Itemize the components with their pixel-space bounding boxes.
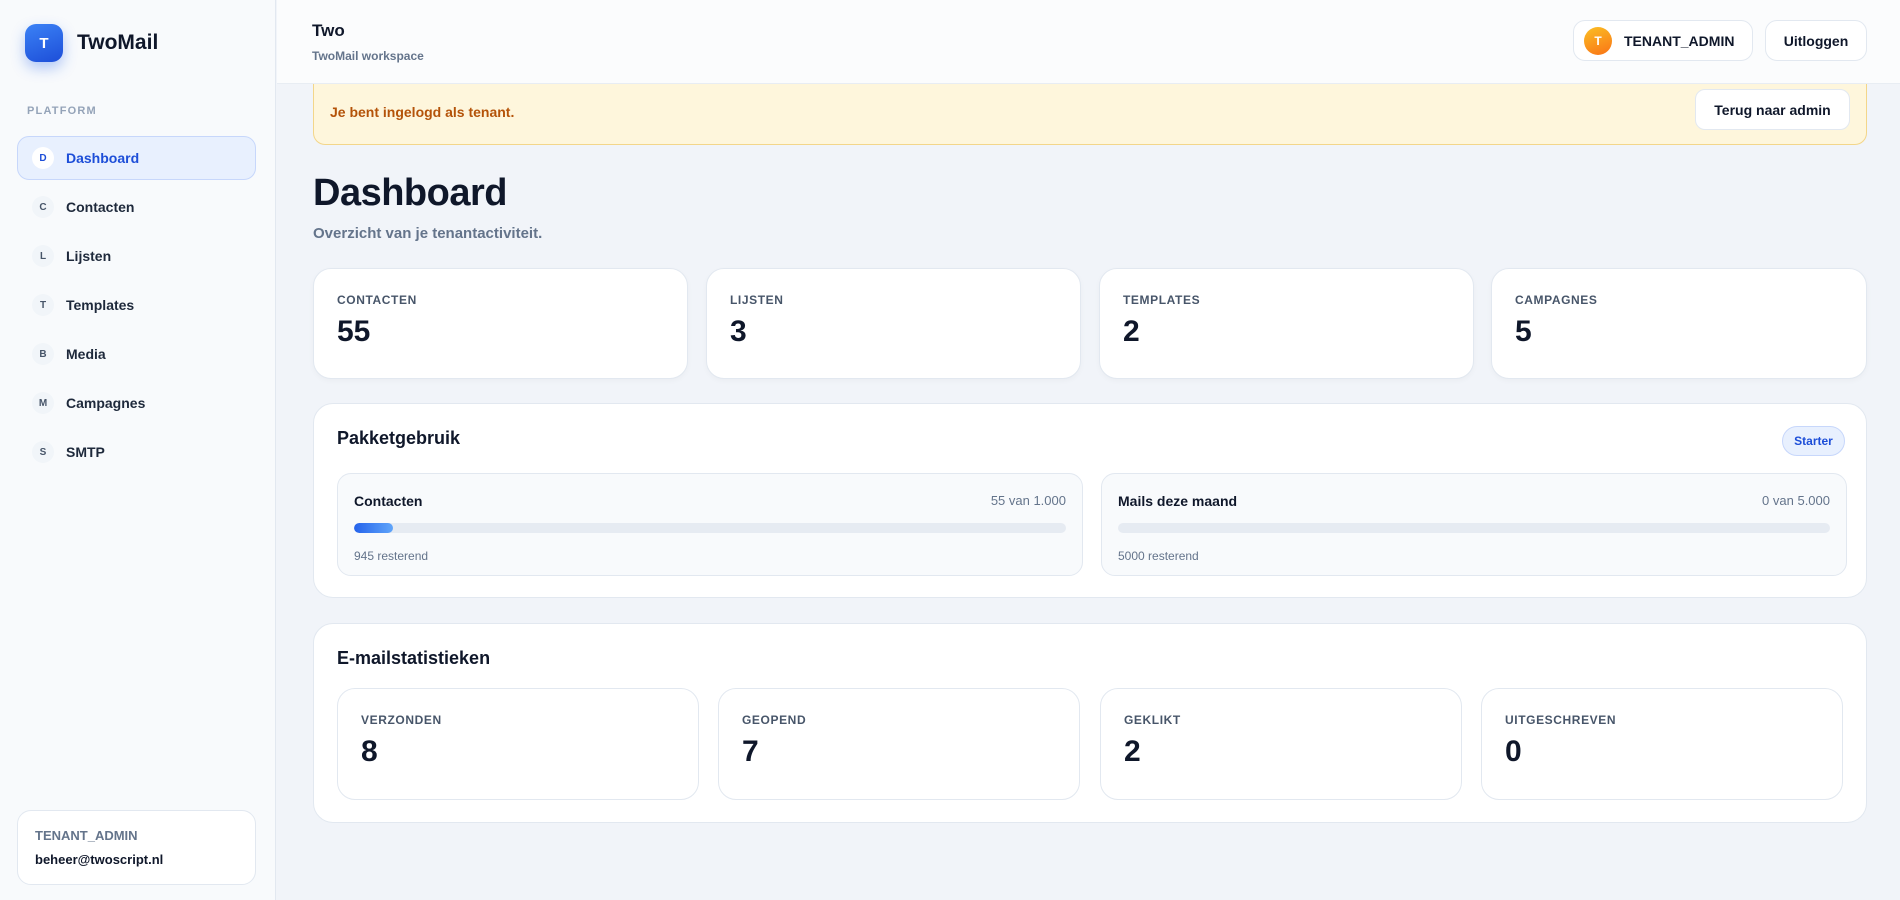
brand[interactable]: T TwoMail xyxy=(25,24,158,62)
stat-card-lijsten: LIJSTEN 3 xyxy=(706,268,1081,379)
sidebar-item-dashboard[interactable]: D Dashboard xyxy=(17,136,256,180)
sidebar-item-label: Dashboard xyxy=(66,150,140,166)
usage-contacten: Contacten 55 van 1.000 945 resterend xyxy=(337,473,1083,576)
stat-label: VERZONDEN xyxy=(361,713,442,727)
stat-label: GEOPEND xyxy=(742,713,807,727)
email-stats-panel: E-mailstatistieken VERZONDEN 8 GEOPEND 7… xyxy=(313,623,1867,823)
stat-value: 55 xyxy=(337,315,371,348)
user-card: TENANT_ADMIN beheer@twoscript.nl xyxy=(17,810,256,885)
tenant-name: Two xyxy=(312,21,345,40)
user-role: TENANT_ADMIN xyxy=(35,828,138,843)
role-label: TENANT_ADMIN xyxy=(1624,32,1735,49)
stat-value: 5 xyxy=(1515,315,1532,348)
sidebar-item-media[interactable]: B Media xyxy=(17,332,256,376)
contacts-icon: C xyxy=(32,196,54,218)
email-stat-geklikt: GEKLIKT 2 xyxy=(1100,688,1462,800)
sidebar-item-smtp[interactable]: S SMTP xyxy=(17,430,256,474)
panel-title: E-mailstatistieken xyxy=(337,648,491,668)
usage-mails: Mails deze maand 0 van 5.000 5000 rester… xyxy=(1101,473,1847,576)
usage-name: Contacten xyxy=(354,493,423,509)
sidebar-item-label: Campagnes xyxy=(66,395,146,411)
dashboard-icon: D xyxy=(32,147,54,169)
stat-label: LIJSTEN xyxy=(730,293,784,307)
templates-icon: T xyxy=(32,294,54,316)
tenant-banner: Je bent ingelogd als tenant. Terug naar … xyxy=(313,84,1867,145)
lists-icon: L xyxy=(32,245,54,267)
sidebar-item-label: Media xyxy=(66,346,106,362)
smtp-icon: S xyxy=(32,441,54,463)
stat-label: GEKLIKT xyxy=(1124,713,1181,727)
stat-label: UITGESCHREVEN xyxy=(1505,713,1617,727)
media-icon: B xyxy=(32,343,54,365)
stat-label: TEMPLATES xyxy=(1123,293,1201,307)
page-subtitle: Overzicht van je tenantactiviteit. xyxy=(313,225,543,242)
stat-card-campagnes: CAMPAGNES 5 xyxy=(1491,268,1867,379)
email-stat-geopend: GEOPEND 7 xyxy=(718,688,1080,800)
sidebar-item-campagnes[interactable]: M Campagnes xyxy=(17,381,256,425)
role-menu[interactable]: T TENANT_ADMIN xyxy=(1573,20,1753,61)
usage-progress-bar xyxy=(354,523,1066,533)
sidebar-nav: D Dashboard C Contacten L Lijsten T Temp… xyxy=(17,136,256,479)
plan-badge: Starter xyxy=(1782,426,1845,456)
stat-card-contacten: CONTACTEN 55 xyxy=(313,268,688,379)
banner-message: Je bent ingelogd als tenant. xyxy=(330,104,515,120)
avatar: T xyxy=(1584,26,1612,55)
page-title: Dashboard xyxy=(313,172,507,214)
email-stat-uitgeschreven: UITGESCHREVEN 0 xyxy=(1481,688,1843,800)
user-email: beheer@twoscript.nl xyxy=(35,852,164,867)
sidebar-item-lijsten[interactable]: L Lijsten xyxy=(17,234,256,278)
stat-value: 8 xyxy=(361,735,378,768)
stat-value: 3 xyxy=(730,315,747,348)
usage-name: Mails deze maand xyxy=(1118,493,1238,509)
usage-count: 55 van 1.000 xyxy=(990,493,1066,508)
usage-count: 0 van 5.000 xyxy=(1762,493,1830,508)
usage-progress-fill xyxy=(354,523,394,533)
email-stat-verzonden: VERZONDEN 8 xyxy=(337,688,699,800)
campaigns-icon: M xyxy=(32,392,54,414)
sidebar-item-label: SMTP xyxy=(66,444,105,460)
sidebar-item-label: Contacten xyxy=(66,199,135,215)
stat-value: 2 xyxy=(1123,315,1140,348)
stat-label: CAMPAGNES xyxy=(1515,293,1598,307)
usage-remaining: 5000 resterend xyxy=(1118,549,1199,563)
topbar: Two TwoMail workspace T TENANT_ADMIN Uit… xyxy=(277,0,1900,84)
sidebar-item-templates[interactable]: T Templates xyxy=(17,283,256,327)
sidebar-item-label: Templates xyxy=(66,297,135,313)
stat-value: 7 xyxy=(742,735,759,768)
nav-section-label: PLATFORM xyxy=(27,105,97,117)
panel-title: Pakketgebruik xyxy=(337,428,461,448)
tenant-subtitle: TwoMail workspace xyxy=(312,49,424,63)
app-logo-icon: T xyxy=(25,24,63,62)
package-usage-panel: Pakketgebruik Starter Contacten 55 van 1… xyxy=(313,403,1867,598)
usage-progress-bar xyxy=(1118,523,1830,533)
app-name: TwoMail xyxy=(77,31,159,54)
stat-label: CONTACTEN xyxy=(337,293,417,307)
stat-value: 0 xyxy=(1505,735,1522,768)
sidebar-item-contacten[interactable]: C Contacten xyxy=(17,185,256,229)
stat-value: 2 xyxy=(1124,735,1141,768)
back-to-admin-button[interactable]: Terug naar admin xyxy=(1695,89,1850,130)
stat-card-templates: TEMPLATES 2 xyxy=(1099,268,1474,379)
sidebar: T TwoMail PLATFORM D Dashboard C Contact… xyxy=(0,0,276,900)
sidebar-item-label: Lijsten xyxy=(66,248,112,264)
logout-button[interactable]: Uitloggen xyxy=(1765,20,1867,61)
usage-remaining: 945 resterend xyxy=(354,549,429,563)
